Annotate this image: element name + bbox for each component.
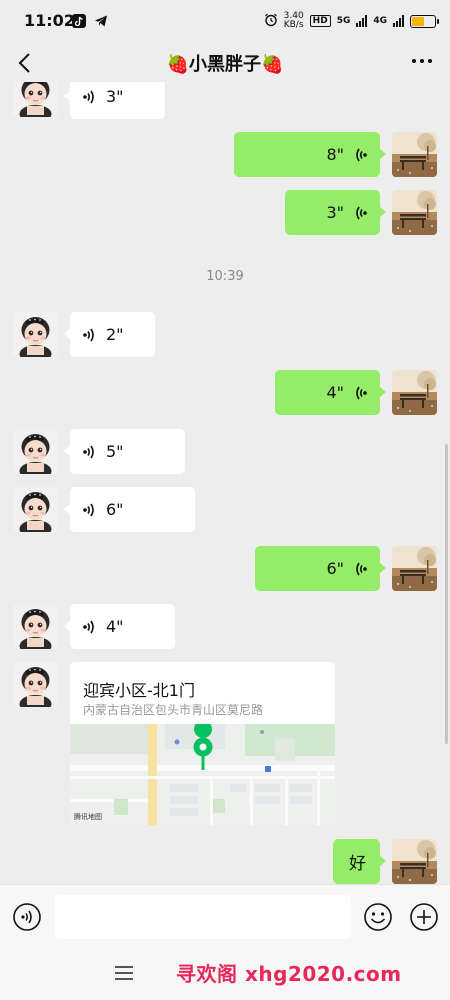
contact-avatar[interactable] <box>13 312 58 357</box>
voice-message-incoming[interactable]: 2" <box>64 312 155 357</box>
voice-duration: 3" <box>326 203 344 222</box>
signal-5g-icon <box>356 15 368 27</box>
more-actions-button[interactable] <box>409 902 439 932</box>
more-options-button[interactable] <box>412 59 432 63</box>
location-address: 内蒙古自治区包头市青山区莫尼路 <box>83 703 264 717</box>
message-input[interactable] <box>55 895 351 939</box>
voice-wave-icon <box>82 444 98 460</box>
network-4g-label: 4G <box>373 16 387 26</box>
my-avatar[interactable] <box>392 546 437 591</box>
network-speed: 3.40 KB/s <box>284 12 304 30</box>
voice-message-incoming[interactable]: 6" <box>64 487 195 532</box>
signal-4g-icon <box>393 15 404 27</box>
voice-duration: 5" <box>106 442 124 461</box>
voice-message-outgoing[interactable]: 4" <box>275 370 386 415</box>
voice-wave-icon <box>352 147 368 163</box>
input-bar <box>0 884 450 948</box>
voice-duration: 2" <box>106 325 124 344</box>
telegram-icon <box>94 13 108 27</box>
battery-icon <box>410 14 439 28</box>
more-dot-icon <box>428 59 432 63</box>
voice-wave-icon <box>82 619 98 635</box>
voice-input-button[interactable] <box>12 902 42 932</box>
my-avatar[interactable] <box>392 132 437 177</box>
voice-wave-icon <box>352 385 368 401</box>
voice-duration: 6" <box>326 559 344 578</box>
voice-duration: 3" <box>106 87 124 106</box>
my-avatar[interactable] <box>392 190 437 235</box>
voice-message-incoming[interactable]: 5" <box>64 429 185 474</box>
network-speed-unit: KB/s <box>283 20 304 30</box>
message-text: 好 <box>349 854 366 874</box>
voice-wave-icon <box>352 205 368 221</box>
voice-message-outgoing[interactable]: 8" <box>234 132 386 177</box>
hd-badge: HD <box>309 15 331 27</box>
voice-message-outgoing[interactable]: 3" <box>285 190 386 235</box>
location-map-preview[interactable]: 腾讯地图 <box>70 720 335 825</box>
contact-avatar[interactable] <box>13 429 58 474</box>
location-title: 迎宾小区-北1门 <box>83 681 195 700</box>
chat-title: 🍓小黑胖子🍓 <box>166 54 284 75</box>
voice-wave-icon <box>82 327 98 343</box>
status-time: 11:02 <box>24 11 75 30</box>
contact-avatar[interactable] <box>13 604 58 649</box>
system-menu-button[interactable] <box>115 965 135 981</box>
contact-avatar[interactable] <box>13 487 58 532</box>
time-divider: 10:39 <box>206 269 244 284</box>
more-dot-icon <box>420 59 424 63</box>
emoji-button[interactable] <box>363 902 393 932</box>
my-avatar[interactable] <box>392 839 437 884</box>
chat-scrollbar[interactable] <box>445 444 448 744</box>
voice-message-outgoing[interactable]: 6" <box>255 546 386 591</box>
voice-message-incoming[interactable]: 3" <box>64 82 165 119</box>
voice-mode-icon <box>13 903 41 931</box>
voice-duration: 4" <box>326 383 344 402</box>
chat-header: 🍓小黑胖子🍓 <box>0 44 450 82</box>
status-bar: 11:02 3.40 KB/s HD 5G 4G <box>0 0 450 44</box>
voice-wave-icon <box>82 502 98 518</box>
contact-avatar[interactable] <box>13 662 58 707</box>
map-credit: 腾讯地图 <box>74 813 102 821</box>
chat-messages[interactable]: 3" 8" 3" 10:39 2" 4" 5" 6" 6" 4" 迎宾小区-北1… <box>0 82 450 884</box>
status-right-icons: 3.40 KB/s HD 5G 4G <box>264 12 439 30</box>
network-5g-label: 5G <box>336 16 351 26</box>
alarm-icon <box>264 13 278 30</box>
voice-message-incoming[interactable]: 4" <box>64 604 175 649</box>
status-notification-icons <box>72 13 108 28</box>
voice-duration: 6" <box>106 500 124 519</box>
emoji-icon <box>364 903 392 931</box>
my-avatar[interactable] <box>392 370 437 415</box>
more-dot-icon <box>412 59 416 63</box>
location-message[interactable]: 迎宾小区-北1门 内蒙古自治区包头市青山区莫尼路 腾讯地图 <box>70 662 335 825</box>
contact-avatar[interactable] <box>13 82 58 117</box>
voice-duration: 4" <box>106 617 124 636</box>
voice-duration: 8" <box>326 145 344 164</box>
tiktok-icon <box>72 13 86 28</box>
plus-circle-icon <box>410 903 438 931</box>
text-message-outgoing[interactable]: 好 <box>333 839 386 884</box>
voice-wave-icon <box>352 561 368 577</box>
watermark-text: 寻欢阁 xhg2020.com <box>176 962 402 986</box>
hamburger-menu-icon <box>115 966 133 980</box>
voice-wave-icon <box>82 89 98 105</box>
system-nav-bar: 寻欢阁 xhg2020.com <box>0 948 450 1000</box>
